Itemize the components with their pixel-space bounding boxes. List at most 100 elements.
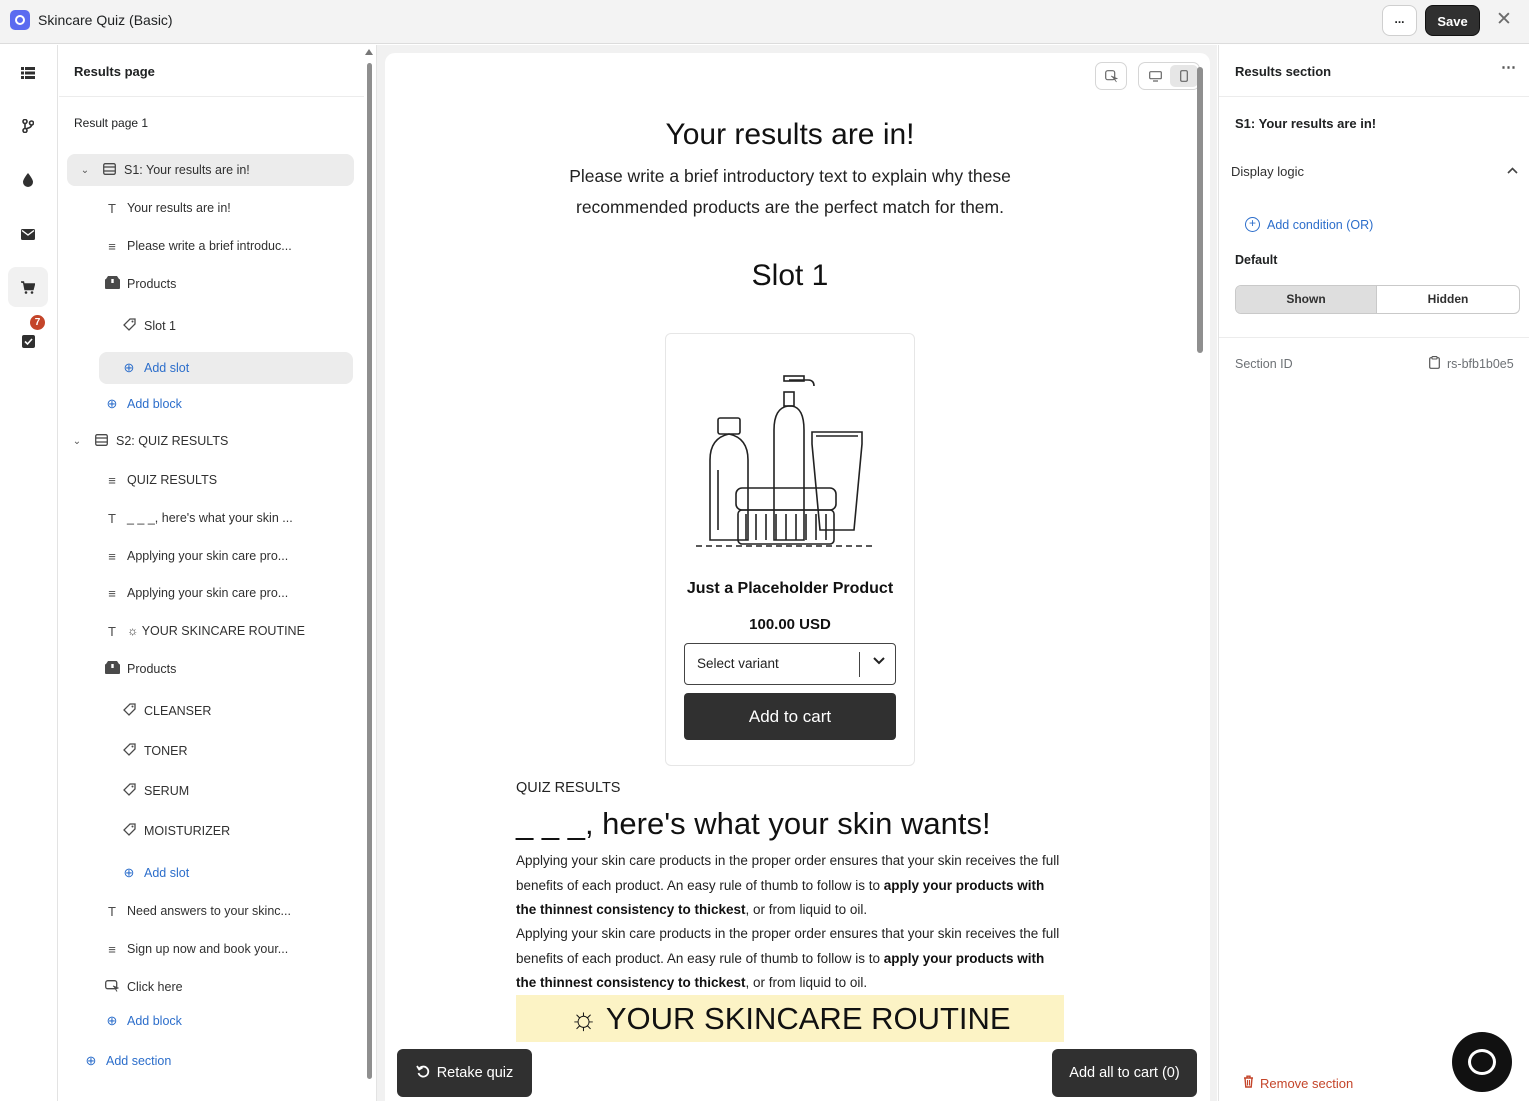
plus-circle-icon: ⊕ <box>106 1013 118 1028</box>
mail-icon[interactable] <box>8 214 48 254</box>
block-products[interactable]: Products <box>104 268 176 300</box>
preview-scrollbar[interactable] <box>1197 57 1203 1097</box>
paragraph-text: , or from liquid to oil. <box>745 902 868 917</box>
block-label: QUIZ RESULTS <box>127 473 218 487</box>
block-label: Applying your skin care pro... <box>127 549 289 563</box>
scrollbar-thumb[interactable] <box>1197 67 1203 353</box>
slot-item[interactable]: SERUM <box>121 775 189 807</box>
nav-rail: 7 <box>0 45 58 1101</box>
slot-label: MOISTURIZER <box>144 824 231 838</box>
default-label: Default <box>1235 253 1278 267</box>
display-logic-label[interactable]: Display logic <box>1231 164 1304 179</box>
block-label: Products <box>127 662 177 676</box>
add-slot-label: Add slot <box>144 361 190 375</box>
result-page-label[interactable]: Result page 1 <box>74 116 148 130</box>
block-heading[interactable]: T Need answers to your skinc... <box>104 895 291 927</box>
block-paragraph[interactable]: ≡ Sign up now and book your... <box>104 933 288 965</box>
section-s1[interactable]: ⌄ S1: Your results are in! <box>67 154 354 186</box>
add-section-label: Add section <box>106 1054 172 1068</box>
settings-panel: Results section ⋯ S1: Your results are i… <box>1218 45 1529 1101</box>
close-icon[interactable]: ✕ <box>1494 9 1514 31</box>
settings-title: Results section <box>1235 64 1332 79</box>
trash-icon <box>1243 1075 1254 1091</box>
plus-circle-icon: ⊕ <box>123 360 135 375</box>
block-heading[interactable]: T ☼ YOUR SKINCARE ROUTINE <box>104 615 305 647</box>
tag-icon <box>121 743 137 759</box>
block-label: Applying your skin care pro... <box>127 586 289 600</box>
chevron-down-icon[interactable]: ⌄ <box>71 436 83 447</box>
product-price: 100.00 USD <box>749 616 831 633</box>
add-slot-button[interactable]: ⊕ Add slot <box>121 857 190 889</box>
outline-panel: Results page Result page 1 ⌄ S1: Your re… <box>59 45 377 1101</box>
add-section-button[interactable]: ⊕ Add section <box>83 1045 172 1077</box>
add-block-label: Add block <box>127 397 182 411</box>
product-name: Just a Placeholder Product <box>686 580 894 597</box>
slot-item[interactable]: Slot 1 <box>121 310 176 342</box>
outline-header: Results page <box>59 45 364 97</box>
block-products[interactable]: Products <box>104 653 176 685</box>
outline-scrollbar[interactable] <box>365 49 373 1079</box>
undo-icon <box>415 1064 430 1082</box>
title-bar: Skincare Quiz (Basic) ... Save ✕ <box>0 0 1529 44</box>
checklist-icon[interactable]: 7 <box>8 315 48 361</box>
block-heading[interactable]: T _ _ _, here's what your skin ... <box>104 502 293 534</box>
block-heading[interactable]: T Your results are in! <box>104 192 231 224</box>
paragraph-icon: ≡ <box>108 472 116 488</box>
chevron-down-icon[interactable]: ⌄ <box>79 165 91 176</box>
divider <box>1219 337 1529 338</box>
chat-bubble-icon[interactable] <box>1452 1032 1512 1092</box>
block-label: Sign up now and book your... <box>127 942 289 956</box>
box-icon <box>104 661 120 677</box>
block-paragraph[interactable]: ≡ Applying your skin care pro... <box>104 577 288 609</box>
slot-item[interactable]: CLEANSER <box>121 695 211 727</box>
block-paragraph[interactable]: ≡ Please write a brief introduc... <box>104 230 291 262</box>
block-paragraph[interactable]: ≡ QUIZ RESULTS <box>104 464 217 496</box>
add-condition-button[interactable]: + Add condition (OR) <box>1245 217 1373 232</box>
slot-item[interactable]: MOISTURIZER <box>121 815 230 847</box>
section-id-copy[interactable]: rs-bfb1b0e5 <box>1429 356 1514 372</box>
add-to-cart-button[interactable]: Add to cart <box>684 693 896 740</box>
notification-badge: 7 <box>30 315 45 330</box>
add-all-to-cart-button[interactable]: Add all to cart (0) <box>1052 1049 1197 1097</box>
visibility-toggle: Shown Hidden <box>1235 285 1520 314</box>
text-icon: T <box>108 903 116 919</box>
inspect-icon[interactable] <box>1095 62 1127 90</box>
scroll-up-arrow-icon[interactable] <box>365 49 373 55</box>
hidden-option[interactable]: Hidden <box>1377 286 1519 313</box>
section-s2[interactable]: ⌄ S2: QUIZ RESULTS <box>67 425 228 457</box>
scrollbar-thumb[interactable] <box>367 63 372 1079</box>
add-slot-label: Add slot <box>144 866 190 880</box>
box-icon <box>104 276 120 292</box>
mobile-icon[interactable] <box>1170 65 1198 87</box>
list-icon[interactable] <box>8 53 48 93</box>
cart-icon[interactable] <box>8 267 48 307</box>
add-slot-button[interactable]: ⊕ Add slot <box>99 352 353 384</box>
slot-item[interactable]: TONER <box>121 735 188 767</box>
retake-quiz-button[interactable]: Retake quiz <box>397 1049 532 1097</box>
section-label: S2: QUIZ RESULTS <box>116 434 229 448</box>
add-block-button[interactable]: ⊕ Add block <box>104 388 182 420</box>
slot-label: Slot 1 <box>144 319 176 333</box>
shown-option[interactable]: Shown <box>1236 286 1377 313</box>
paragraph-icon: ≡ <box>108 548 116 564</box>
chevron-up-icon[interactable] <box>1507 163 1518 177</box>
block-label: _ _ _, here's what your skin ... <box>127 511 293 525</box>
slot-label: TONER <box>144 744 188 758</box>
branch-icon[interactable] <box>8 106 48 146</box>
block-label: Click here <box>127 980 183 994</box>
save-button[interactable]: Save <box>1425 5 1480 36</box>
more-actions-button[interactable]: ... <box>1382 5 1417 36</box>
block-button[interactable]: Click here <box>104 971 183 1003</box>
block-paragraph[interactable]: ≡ Applying your skin care pro... <box>104 540 288 572</box>
slot-label: CLEANSER <box>144 704 212 718</box>
paragraph-icon: ≡ <box>108 238 116 254</box>
add-block-button[interactable]: ⊕ Add block <box>104 1005 182 1037</box>
app-title: Skincare Quiz (Basic) <box>38 12 173 28</box>
remove-section-button[interactable]: Remove section <box>1243 1075 1353 1091</box>
add-condition-label: Add condition (OR) <box>1267 217 1374 232</box>
more-options-icon[interactable]: ⋯ <box>1501 58 1517 76</box>
desktop-icon[interactable] <box>1141 65 1169 87</box>
variant-select[interactable]: Select variant <box>684 643 896 685</box>
drop-icon[interactable] <box>8 160 48 200</box>
paragraph-text: , or from liquid to oil. <box>745 975 868 990</box>
